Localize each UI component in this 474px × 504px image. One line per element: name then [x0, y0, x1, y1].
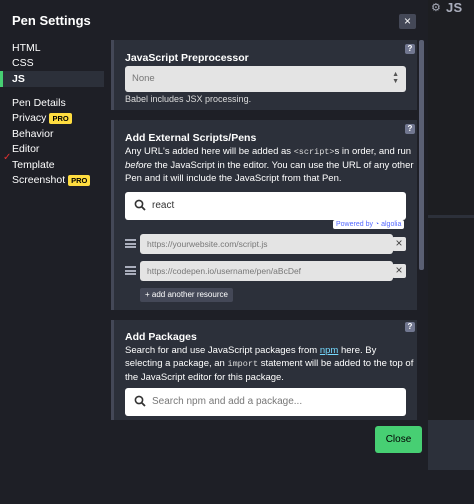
- modal-title: Pen Settings: [12, 13, 91, 28]
- js-editor-strip: [428, 0, 474, 420]
- close-icon[interactable]: ×: [399, 14, 416, 29]
- sidebar-item-editor[interactable]: Editor: [0, 142, 104, 158]
- algolia-text: algolia: [381, 221, 402, 228]
- sidebar-item-label: JS: [12, 73, 25, 85]
- sidebar-item-css[interactable]: CSS: [0, 56, 104, 72]
- help-icon[interactable]: ?: [405, 322, 415, 332]
- help-icon[interactable]: ?: [405, 44, 415, 54]
- description-text: Any URL's added here will be added as: [125, 146, 294, 157]
- packages-panel: Add Packages ? Search for and use JavaSc…: [111, 320, 417, 420]
- page-footer: [0, 470, 474, 504]
- before-emphasis: before: [125, 160, 152, 171]
- sidebar-item-pen-details[interactable]: Pen Details: [0, 95, 104, 111]
- drag-handle-icon[interactable]: [125, 239, 136, 248]
- sidebar-item-label: Privacy: [12, 112, 47, 125]
- settings-content: JavaScript Preprocessor ? None ▲ ▼ Babel …: [111, 40, 417, 420]
- resource-url-input[interactable]: https://yourwebsite.com/script.js: [140, 234, 393, 254]
- search-value: react: [152, 200, 175, 211]
- preprocessor-selected-value: None: [132, 73, 155, 84]
- npm-link[interactable]: npm: [320, 345, 338, 356]
- algolia-icon: ◔: [374, 221, 380, 228]
- help-icon[interactable]: ?: [405, 124, 415, 134]
- focus-marker: ✓: [3, 152, 12, 163]
- external-scripts-description: Any URL's added here will be added as <s…: [125, 145, 415, 185]
- external-scripts-title: Add External Scripts/Pens: [125, 132, 257, 144]
- powered-by-text: Powered by: [336, 221, 373, 228]
- pro-badge: PRO: [49, 112, 72, 124]
- editor-divider[interactable]: [428, 215, 474, 218]
- search-icon: [134, 395, 146, 407]
- select-arrows-icon: ▲ ▼: [392, 71, 399, 85]
- sidebar-item-label: Behavior: [12, 127, 54, 140]
- settings-sidebar: HTML CSS JS Pen Details Privacy PRO Behav…: [0, 40, 104, 188]
- description-text: the JavaScript in the editor. You can us…: [125, 160, 414, 184]
- description-text: Search for and use JavaScript packages f…: [125, 345, 320, 356]
- search-icon: [134, 199, 146, 211]
- sidebar-item-template[interactable]: Template: [0, 157, 104, 173]
- sidebar-item-html[interactable]: HTML: [0, 40, 104, 56]
- sidebar-item-label: Template: [12, 158, 55, 171]
- resource-row: https://yourwebsite.com/script.js ×: [125, 234, 415, 254]
- resource-row: https://codepen.io/username/pen/aBcDef ×: [125, 261, 415, 281]
- packages-description: Search for and use JavaScript packages f…: [125, 344, 415, 384]
- npm-package-search[interactable]: Search npm and add a package...: [125, 388, 406, 416]
- sidebar-item-label: HTML: [12, 41, 41, 54]
- resource-url-input[interactable]: https://codepen.io/username/pen/aBcDef: [140, 261, 393, 281]
- sidebar-item-screenshot[interactable]: Screenshot PRO: [0, 173, 104, 189]
- close-button[interactable]: Close: [375, 426, 422, 453]
- sidebar-item-label: Editor: [12, 143, 40, 156]
- sidebar-item-js[interactable]: JS: [0, 71, 104, 87]
- editor-js-label: JS: [446, 0, 463, 15]
- add-resource-button[interactable]: + add another resource: [140, 288, 233, 302]
- preprocessor-panel: JavaScript Preprocessor ? None ▲ ▼ Babel …: [111, 40, 417, 110]
- description-text: s in order, and run: [334, 146, 412, 157]
- external-scripts-panel: Add External Scripts/Pens ? Any URL's ad…: [111, 120, 417, 310]
- preprocessor-title: JavaScript Preprocessor: [125, 52, 249, 64]
- drag-handle-icon[interactable]: [125, 266, 136, 275]
- scrollbar-thumb[interactable]: [419, 40, 424, 270]
- content-scrollbar[interactable]: [419, 40, 424, 420]
- sidebar-item-label: Pen Details: [12, 96, 66, 109]
- preprocessor-help-text: Babel includes JSX processing.: [125, 94, 252, 104]
- script-code: <script>: [293, 147, 335, 157]
- sidebar-item-privacy[interactable]: Privacy PRO: [0, 111, 104, 127]
- preprocessor-select[interactable]: None ▲ ▼: [125, 66, 406, 92]
- sidebar-item-behavior[interactable]: Behavior: [0, 126, 104, 142]
- import-code: import: [227, 359, 259, 369]
- sidebar-item-label: CSS: [12, 57, 34, 70]
- pen-settings-modal: Pen Settings × HTML CSS JS Pen Details P…: [0, 0, 428, 470]
- gear-icon[interactable]: ⚙: [431, 1, 441, 14]
- powered-by-algolia: Powered by ◔ algolia: [333, 220, 405, 229]
- sidebar-item-label: Screenshot: [12, 174, 66, 187]
- search-placeholder: Search npm and add a package...: [152, 396, 303, 407]
- external-script-search[interactable]: react: [125, 192, 406, 220]
- remove-resource-icon[interactable]: ×: [392, 237, 406, 251]
- packages-title: Add Packages: [125, 331, 197, 343]
- modal-header: Pen Settings ×: [0, 4, 428, 34]
- remove-resource-icon[interactable]: ×: [392, 264, 406, 278]
- pro-badge: PRO: [68, 174, 91, 186]
